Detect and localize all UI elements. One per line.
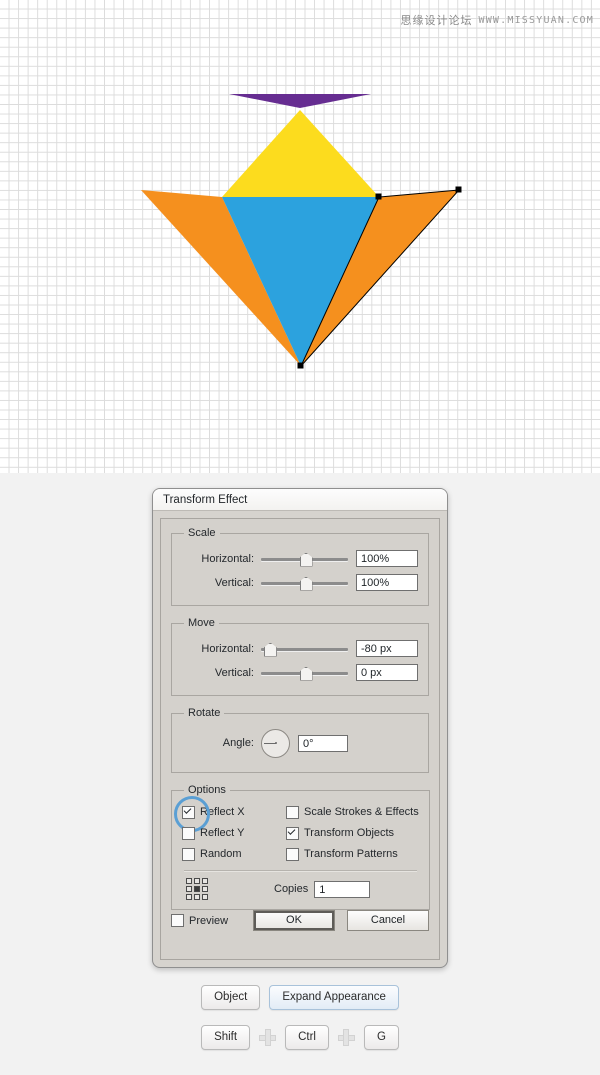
- key-chip-g[interactable]: G: [363, 1025, 399, 1050]
- anchor-cell[interactable]: [202, 886, 208, 892]
- checkbox-transform-patterns[interactable]: Transform Patterns: [286, 845, 419, 863]
- move-vertical-slider[interactable]: [261, 665, 348, 681]
- purple-chevron-shape[interactable]: [229, 94, 371, 108]
- move-vertical-label: Vertical:: [214, 666, 254, 679]
- slider-knob[interactable]: [263, 642, 277, 657]
- menu-chip-expand-appearance[interactable]: Expand Appearance: [269, 985, 399, 1010]
- bottom-instruction-bar: Object Expand Appearance Shift Ctrl G: [0, 985, 600, 1050]
- angle-dial-hub: [274, 742, 277, 744]
- options-divider: [184, 870, 417, 872]
- watermark-en-text: WWW.MISSYUAN.COM: [478, 14, 594, 26]
- checkbox-box[interactable]: [286, 805, 299, 819]
- checkbox-scale-strokes[interactable]: Scale Strokes & Effects: [286, 803, 419, 821]
- dialog-footer: Preview OK Cancel: [171, 910, 429, 931]
- anchor-cell[interactable]: [194, 878, 200, 884]
- anchor-cell[interactable]: [202, 878, 208, 884]
- scale-vertical-slider[interactable]: [261, 575, 348, 591]
- cancel-button[interactable]: Cancel: [347, 910, 429, 931]
- options-group-legend: Options: [188, 784, 226, 796]
- move-horizontal-label: Horizontal:: [201, 642, 254, 655]
- checkbox-label: Preview: [189, 914, 229, 927]
- watermark-cn-text: 思缘设计论坛: [400, 14, 473, 27]
- checkbox-reflect-y[interactable]: Reflect Y: [182, 824, 286, 842]
- checkbox-label: Transform Patterns: [304, 848, 398, 860]
- yellow-triangle-shape[interactable]: [222, 110, 379, 197]
- shortcut-row: Shift Ctrl G: [201, 1025, 399, 1050]
- dialog-titlebar: Transform Effect: [153, 489, 447, 511]
- scale-group: Scale Horizontal: 100% Vertical: 100%: [171, 527, 429, 606]
- move-group-legend: Move: [188, 617, 215, 629]
- transform-effect-dialog[interactable]: Transform Effect Scale Horizontal: 100% …: [152, 488, 448, 968]
- rotate-group-legend: Rotate: [188, 707, 221, 719]
- checkbox-box[interactable]: [182, 847, 195, 861]
- scale-group-legend: Scale: [188, 527, 216, 539]
- anchor-cell-center[interactable]: [194, 886, 200, 892]
- dialog-body: Scale Horizontal: 100% Vertical: 100% Mo…: [160, 518, 440, 960]
- plus-icon: [259, 1029, 277, 1046]
- anchor-point-grid-icon[interactable]: [186, 878, 208, 900]
- scale-horizontal-label: Horizontal:: [201, 552, 254, 565]
- watermark: 思缘设计论坛 WWW.MISSYUAN.COM: [400, 12, 594, 28]
- rotate-group: Rotate Angle: 0°: [171, 707, 429, 773]
- checkbox-label: Scale Strokes & Effects: [304, 806, 419, 818]
- scale-vertical-label: Vertical:: [214, 576, 254, 589]
- angle-dial[interactable]: [261, 728, 290, 758]
- rotate-angle-row: Angle: 0°: [182, 728, 418, 758]
- checkbox-box[interactable]: [286, 847, 299, 861]
- checkbox-label: Reflect X: [200, 806, 245, 818]
- scale-horizontal-row: Horizontal: 100%: [182, 548, 418, 569]
- illustrator-canvas[interactable]: [0, 0, 600, 473]
- copies-label: Copies: [274, 883, 309, 895]
- anchor-cell[interactable]: [186, 886, 192, 892]
- scale-vertical-row: Vertical: 100%: [182, 572, 418, 593]
- move-horizontal-slider[interactable]: [261, 641, 348, 657]
- checkbox-reflect-x[interactable]: Reflect X: [174, 796, 286, 832]
- options-checkbox-grid: Reflect X Scale Strokes & Effects Reflec…: [174, 796, 419, 863]
- slider-knob[interactable]: [299, 666, 313, 681]
- checkbox-box[interactable]: [286, 826, 299, 840]
- plus-icon: [337, 1029, 355, 1046]
- dialog-title: Transform Effect: [163, 493, 248, 506]
- vector-artwork[interactable]: [0, 0, 600, 473]
- checkbox-box[interactable]: [182, 826, 195, 840]
- slider-knob[interactable]: [299, 576, 313, 591]
- copies-input[interactable]: 1: [314, 880, 371, 898]
- checkbox-label: Transform Objects: [304, 827, 395, 839]
- move-horizontal-input[interactable]: -80 px: [356, 640, 418, 657]
- scale-horizontal-slider[interactable]: [261, 551, 348, 567]
- ok-button[interactable]: OK: [253, 910, 335, 931]
- menu-chip-object[interactable]: Object: [201, 985, 261, 1010]
- anchor-cell[interactable]: [186, 878, 192, 884]
- key-chip-shift[interactable]: Shift: [201, 1025, 251, 1050]
- move-horizontal-row: Horizontal: -80 px: [182, 638, 418, 659]
- rotate-angle-label: Angle:: [222, 737, 254, 749]
- menu-path-row: Object Expand Appearance: [201, 985, 399, 1010]
- rotate-angle-input[interactable]: 0°: [298, 734, 348, 752]
- slider-knob[interactable]: [299, 552, 313, 567]
- checkbox-label: Random: [200, 848, 242, 860]
- key-chip-ctrl[interactable]: Ctrl: [285, 1025, 329, 1050]
- anchor-cell[interactable]: [202, 894, 208, 900]
- angle-dial-needle: [263, 743, 276, 744]
- options-group: Options Reflect X Scale Strokes & Effect…: [171, 784, 430, 910]
- move-group: Move Horizontal: -80 px Vertical: 0 px: [171, 617, 429, 696]
- checkbox-label: Reflect Y: [200, 827, 245, 839]
- move-vertical-input[interactable]: 0 px: [356, 664, 418, 681]
- copies-row: Copies 1: [182, 878, 419, 900]
- anchor-cell[interactable]: [194, 894, 200, 900]
- checkbox-random[interactable]: Random: [182, 845, 286, 863]
- checkbox-transform-objects[interactable]: Transform Objects: [286, 824, 419, 842]
- checkbox-box[interactable]: [182, 805, 195, 819]
- checkbox-box[interactable]: [171, 914, 184, 927]
- move-vertical-row: Vertical: 0 px: [182, 662, 418, 683]
- scale-vertical-input[interactable]: 100%: [356, 574, 418, 591]
- anchor-cell[interactable]: [186, 894, 192, 900]
- checkbox-preview[interactable]: Preview: [171, 912, 228, 930]
- scale-horizontal-input[interactable]: 100%: [356, 550, 418, 567]
